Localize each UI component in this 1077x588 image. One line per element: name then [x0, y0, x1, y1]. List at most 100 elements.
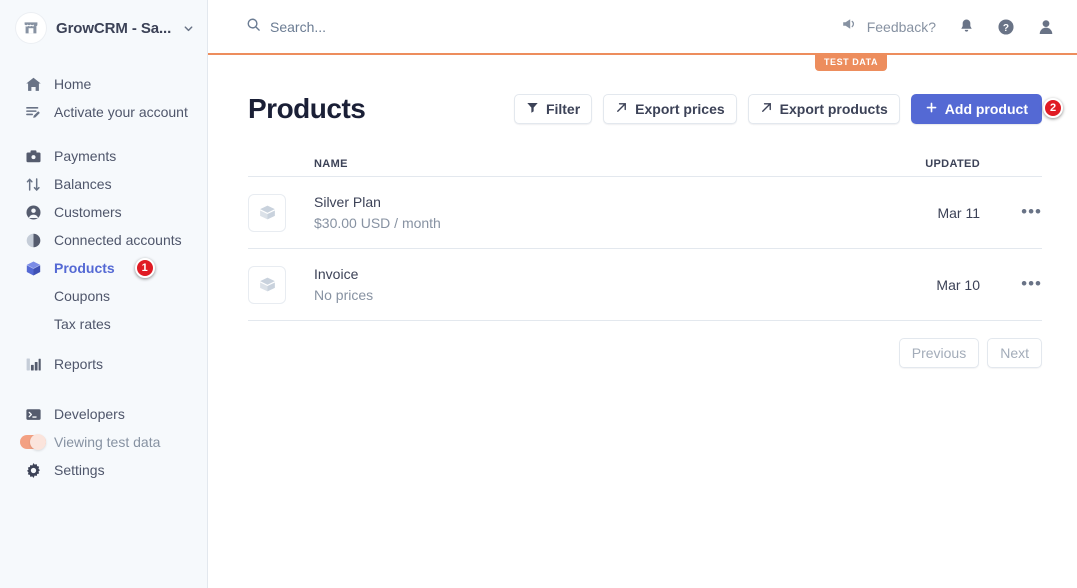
add-product-wrapper: Add product 2	[911, 94, 1042, 124]
sidebar-nav: Home Activate your account	[0, 70, 207, 484]
row-updated-cell: Mar 10	[860, 277, 980, 293]
products-table: NAME UPDATED	[248, 151, 1042, 368]
search-input[interactable]: Search...	[246, 17, 326, 37]
page-title: Products	[248, 93, 365, 125]
next-page-button[interactable]: Next	[987, 338, 1042, 368]
sidebar-item-label: Activate your account	[54, 104, 188, 120]
payments-icon	[24, 147, 42, 165]
sidebar-item-label: Payments	[54, 148, 116, 164]
sidebar-item-label: Products	[54, 260, 115, 276]
sidebar-item-payments[interactable]: Payments	[0, 142, 207, 170]
terminal-icon	[24, 405, 42, 423]
sidebar-item-balances[interactable]: Balances	[0, 170, 207, 198]
account-name: GrowCRM - Sa...	[56, 20, 171, 37]
storefront-icon	[16, 13, 46, 43]
row-name-cell: Invoice No prices	[314, 264, 860, 305]
search-icon	[246, 17, 261, 37]
overflow-menu-icon[interactable]: •••	[1021, 274, 1042, 293]
table-row[interactable]: Invoice No prices Mar 10 •••	[248, 249, 1042, 321]
top-bar-actions: Feedback? ?	[842, 16, 1055, 37]
row-updated-cell: Mar 11	[860, 205, 980, 221]
sidebar-item-reports[interactable]: Reports	[0, 350, 207, 378]
arrow-up-right-icon	[760, 101, 773, 117]
product-cube-icon	[248, 194, 286, 232]
sidebar-item-label: Coupons	[54, 288, 110, 304]
product-price: $30.00 USD / month	[314, 213, 860, 233]
column-header-updated: UPDATED	[860, 158, 980, 170]
connected-accounts-icon	[24, 231, 42, 249]
customers-icon	[24, 203, 42, 221]
account-switcher[interactable]: GrowCRM - Sa...	[0, 0, 207, 56]
sidebar-item-label: Connected accounts	[54, 232, 182, 248]
export-prices-button[interactable]: Export prices	[603, 94, 736, 124]
page-header: Products Filter	[248, 85, 1042, 133]
user-avatar-icon[interactable]	[1037, 18, 1055, 36]
row-menu-cell: •••	[980, 276, 1042, 294]
add-product-button[interactable]: Add product	[911, 94, 1042, 124]
status-badge: 2	[1043, 98, 1063, 118]
product-name: Silver Plan	[314, 192, 860, 212]
status-badge: 1	[135, 258, 155, 278]
column-header-name: NAME	[314, 158, 860, 170]
page-actions: Filter Export prices	[514, 94, 1042, 124]
pagination: Previous Next	[248, 338, 1042, 368]
sidebar-item-label: Tax rates	[54, 316, 111, 332]
feedback-button[interactable]: Feedback?	[842, 16, 936, 37]
nav-group-system: Developers Viewing test data Se	[0, 400, 207, 484]
sidebar-item-label: Balances	[54, 176, 112, 192]
activate-account-icon	[24, 103, 42, 121]
product-cube-icon	[248, 266, 286, 304]
main-area: Search... Feedback?	[208, 0, 1077, 588]
nav-group-business: Payments Balances	[0, 142, 207, 378]
sidebar-item-tax-rates[interactable]: Tax rates	[0, 310, 207, 338]
sidebar-item-products[interactable]: Products 1	[0, 254, 207, 282]
products-cube-icon	[24, 259, 42, 277]
balances-icon	[24, 175, 42, 193]
filter-icon	[526, 101, 539, 117]
table-header-row: NAME UPDATED	[248, 151, 1042, 177]
row-thumbnail-cell	[248, 194, 314, 232]
export-products-label: Export products	[780, 101, 888, 117]
toggle-on-icon[interactable]	[24, 433, 42, 451]
filter-button[interactable]: Filter	[514, 94, 592, 124]
sidebar-item-label: Settings	[54, 462, 105, 478]
sidebar-item-label: Viewing test data	[54, 434, 160, 450]
sidebar-item-coupons[interactable]: Coupons	[0, 282, 207, 310]
sidebar-item-viewing-test-data[interactable]: Viewing test data	[0, 428, 207, 456]
sidebar-item-connected-accounts[interactable]: Connected accounts	[0, 226, 207, 254]
arrow-up-right-icon	[615, 101, 628, 117]
row-thumbnail-cell	[248, 266, 314, 304]
sidebar-item-label: Reports	[54, 356, 103, 372]
sidebar-item-label: Home	[54, 76, 91, 92]
help-circle-icon[interactable]: ?	[997, 18, 1015, 36]
sidebar-item-home[interactable]: Home	[0, 70, 207, 98]
page-content: Products Filter	[208, 55, 1077, 368]
product-name: Invoice	[314, 264, 860, 284]
nav-group-primary: Home Activate your account	[0, 70, 207, 126]
overflow-menu-icon[interactable]: •••	[1021, 202, 1042, 221]
sidebar: GrowCRM - Sa... Home	[0, 0, 208, 588]
feedback-label: Feedback?	[867, 19, 936, 35]
export-products-button[interactable]: Export products	[748, 94, 900, 124]
previous-page-button[interactable]: Previous	[899, 338, 979, 368]
reports-icon	[24, 355, 42, 373]
sidebar-item-settings[interactable]: Settings	[0, 456, 207, 484]
sidebar-item-label: Customers	[54, 204, 122, 220]
table-row[interactable]: Silver Plan $30.00 USD / month Mar 11 ••…	[248, 177, 1042, 249]
sidebar-item-activate-your-account[interactable]: Activate your account	[0, 98, 207, 126]
gear-icon	[24, 461, 42, 479]
top-bar: Search... Feedback?	[208, 0, 1077, 55]
app-root: GrowCRM - Sa... Home	[0, 0, 1077, 588]
bell-icon[interactable]	[958, 18, 975, 35]
search-placeholder: Search...	[270, 19, 326, 35]
sidebar-item-customers[interactable]: Customers	[0, 198, 207, 226]
plus-icon	[925, 101, 938, 117]
filter-label: Filter	[546, 101, 580, 117]
megaphone-icon	[842, 16, 858, 37]
test-data-tab: TEST DATA	[815, 55, 887, 71]
sidebar-item-developers[interactable]: Developers	[0, 400, 207, 428]
row-menu-cell: •••	[980, 204, 1042, 222]
chevron-down-icon[interactable]	[183, 23, 194, 34]
row-name-cell: Silver Plan $30.00 USD / month	[314, 192, 860, 233]
product-price: No prices	[314, 285, 860, 305]
